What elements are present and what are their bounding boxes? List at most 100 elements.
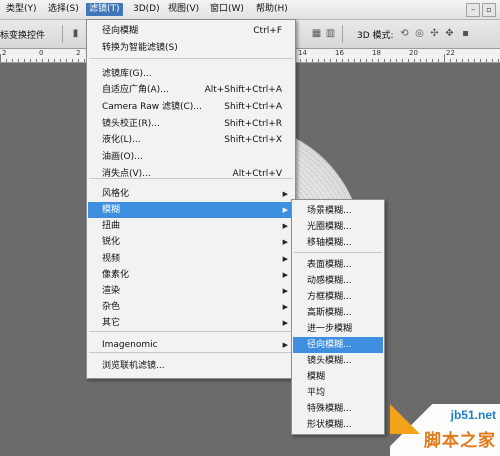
rotate-3d-icon[interactable]: ⟲ — [399, 28, 410, 39]
blur-submenu-item[interactable]: 进一步模糊 — [293, 321, 383, 337]
blur-submenu-item[interactable]: 径向模糊... — [293, 337, 383, 353]
blur-submenu-item-label: 高斯模糊... — [307, 308, 352, 318]
distribute-icon[interactable]: ▥ — [325, 28, 336, 39]
drag-3d-icon[interactable]: ✣ — [429, 28, 440, 39]
blur-submenu-item-label: 光圈模糊... — [307, 222, 352, 232]
menu-help[interactable]: 帮助(H) — [256, 3, 288, 16]
align-left-icon[interactable]: ▮ — [70, 28, 81, 39]
shortcut-label: Shift+Ctrl+R — [224, 119, 282, 129]
ruler-tick — [390, 59, 391, 62]
filter-menu-item[interactable]: Imagenomic ▶ — [88, 337, 294, 353]
ruler-tick — [396, 59, 397, 62]
filter-menu-item[interactable]: 扭曲 ▶ — [88, 218, 294, 234]
filter-menu-item[interactable]: 风格化 ▶ — [88, 186, 294, 202]
ruler-tick — [6, 59, 7, 62]
3d-mode-label: 3D 模式: — [357, 31, 394, 41]
separator — [342, 25, 343, 43]
blur-submenu-item[interactable]: 动感模糊... — [293, 273, 383, 289]
menu-view[interactable]: 视图(V) — [168, 3, 199, 16]
filter-menu-item[interactable]: Camera Raw 滤镜(C)... Shift+Ctrl+A — [88, 99, 294, 115]
ruler-tick — [426, 59, 427, 62]
filter-menu-item[interactable]: 浏览联机滤镜... — [88, 358, 294, 374]
show-transform-controls-label[interactable]: 标变换控件 — [0, 28, 45, 41]
shortcut-label: Alt+Shift+Ctrl+A — [204, 85, 282, 95]
ruler-tick — [378, 59, 379, 62]
ruler-tick — [312, 59, 313, 62]
menu-3d[interactable]: 3D(D) — [133, 3, 160, 16]
blur-submenu-item-label: 平均 — [307, 388, 326, 398]
submenu-arrow-icon: ▶ — [282, 222, 288, 230]
ruler-tick — [36, 59, 37, 62]
filter-menu-item-label: 镜头校正(R)... — [102, 119, 160, 129]
filter-menu-item-label: Camera Raw 滤镜(C)... — [102, 102, 202, 112]
submenu-arrow-icon: ▶ — [282, 341, 288, 349]
minimize-icon[interactable]: – — [466, 3, 480, 17]
ruler-tick — [492, 59, 493, 62]
filter-menu-item[interactable]: 镜头校正(R)... Shift+Ctrl+R — [88, 116, 294, 132]
filter-menu-item-label: 模糊 — [102, 205, 121, 215]
filter-menu-item[interactable]: 其它 ▶ — [88, 315, 294, 331]
shortcut-label: Alt+Ctrl+V — [232, 169, 282, 179]
blur-submenu-item[interactable]: 模糊 — [293, 369, 383, 385]
ruler-tick — [318, 59, 319, 62]
scale-3d-icon[interactable]: ▪ — [460, 28, 471, 39]
filter-menu-item-label: 转换为智能滤镜(S) — [102, 43, 178, 53]
blur-submenu-item-label: 形状模糊... — [307, 420, 352, 430]
ruler-number: 18 — [372, 49, 381, 57]
menu-select[interactable]: 选择(S) — [48, 3, 79, 16]
ruler-tick — [354, 59, 355, 62]
blur-submenu-item[interactable]: 高斯模糊... — [293, 305, 383, 321]
blur-submenu-item-label: 场景模糊... — [307, 206, 352, 216]
filter-menu-item-label: 锐化 — [102, 237, 121, 247]
filter-menu-item[interactable]: 液化(L)... Shift+Ctrl+X — [88, 132, 294, 148]
blur-submenu-item[interactable]: 表面模糊... — [293, 257, 383, 273]
blur-submenu-item[interactable]: 特殊模糊... — [293, 401, 383, 417]
ruler-tick — [24, 59, 25, 62]
submenu-arrow-icon: ▶ — [282, 190, 288, 198]
filter-menu-item[interactable]: 油画(O)... — [88, 149, 294, 165]
separator — [62, 25, 63, 43]
ruler-tick — [30, 59, 31, 62]
blur-submenu-item[interactable]: 方框模糊... — [293, 289, 383, 305]
blur-submenu-item[interactable]: 镜头模糊... — [293, 353, 383, 369]
filter-menu-item-label: 自适应广角(A)... — [102, 85, 169, 95]
watermark-fold — [390, 404, 420, 434]
shortcut-label: Ctrl+F — [253, 26, 282, 36]
watermark-brand: 脚本之家 — [424, 431, 496, 451]
filter-menu-item-label: 浏览联机滤镜... — [102, 361, 165, 371]
filter-menu-item[interactable]: 自适应广角(A)... Alt+Shift+Ctrl+A — [88, 82, 294, 98]
menu-window[interactable]: 窗口(W) — [210, 3, 244, 16]
submenu-arrow-icon: ▶ — [282, 319, 288, 327]
ruler-tick — [444, 54, 445, 62]
filter-menu-item[interactable]: 径向模糊 Ctrl+F — [88, 23, 294, 39]
filter-menu-item[interactable]: 滤镜库(G)... — [88, 66, 294, 82]
roll-3d-icon[interactable]: ◎ — [414, 28, 425, 39]
align-icon[interactable]: ▦ — [311, 28, 322, 39]
menu-type[interactable]: 类型(Y) — [6, 3, 37, 16]
filter-menu-item[interactable]: 转换为智能滤镜(S) — [88, 40, 294, 56]
blur-submenu-item[interactable]: 平均 — [293, 385, 383, 401]
blur-submenu-item[interactable]: 移轴模糊... — [293, 235, 383, 251]
filter-menu-item[interactable]: 消失点(V)... Alt+Ctrl+V — [88, 166, 294, 182]
menu-filter[interactable]: 滤镜(T) — [86, 3, 123, 16]
blur-submenu-item[interactable]: 形状模糊... — [293, 417, 383, 433]
filter-menu-item[interactable]: 模糊 ▶ — [88, 202, 294, 218]
blur-submenu-item-label: 进一步模糊 — [307, 324, 353, 334]
blur-submenu-item[interactable]: 光圈模糊... — [293, 219, 383, 235]
filter-menu-item[interactable]: 渲染 ▶ — [88, 283, 294, 299]
filter-menu-item-label: 像素化 — [102, 270, 130, 280]
blur-submenu-item-label: 方框模糊... — [307, 292, 352, 302]
filter-menu-item[interactable]: 像素化 ▶ — [88, 267, 294, 283]
filter-menu-item[interactable]: 视频 ▶ — [88, 251, 294, 267]
ruler-tick — [42, 59, 43, 62]
menu-separator — [89, 352, 293, 353]
slide-3d-icon[interactable]: ✥ — [444, 28, 455, 39]
filter-menu-item-label: 渲染 — [102, 286, 121, 296]
filter-menu-item[interactable]: 锐化 ▶ — [88, 234, 294, 250]
blur-submenu-item[interactable]: 场景模糊... — [293, 203, 383, 219]
ruler-tick — [324, 59, 325, 62]
restore-icon[interactable]: ▫ — [482, 3, 496, 17]
ruler-number: 16 — [335, 49, 344, 57]
filter-menu-item[interactable]: 杂色 ▶ — [88, 299, 294, 315]
filter-menu-item-label: 消失点(V)... — [102, 169, 151, 179]
